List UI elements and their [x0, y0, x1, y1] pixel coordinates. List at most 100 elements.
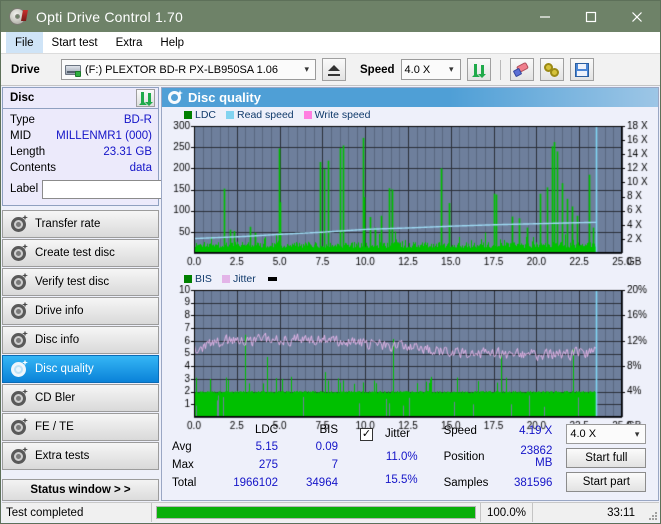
- sidebar-label: Disc info: [35, 334, 79, 346]
- settings-button[interactable]: [540, 58, 564, 81]
- disc-refresh-button[interactable]: [136, 89, 155, 107]
- stats-max-bis: 7: [284, 456, 344, 474]
- samples-value: 381596: [494, 474, 558, 492]
- stats-max-jitter: 15.5%: [379, 469, 424, 492]
- chevron-down-icon: ▾: [445, 64, 458, 75]
- menu-help[interactable]: Help: [151, 32, 193, 53]
- sidebar-item-extra-tests[interactable]: Extra tests: [2, 442, 159, 470]
- sidebar-item-drive-info[interactable]: Drive info: [2, 297, 159, 325]
- speed-info-value: 4.19 X: [494, 422, 558, 440]
- jitter-label: Jitter: [379, 422, 424, 445]
- legend-write-speed: Write speed: [304, 109, 371, 121]
- progress-fill: [157, 507, 475, 518]
- sidebar-item-disc-quality[interactable]: Disc quality: [2, 355, 159, 383]
- sidebar-label: Transfer rate: [35, 218, 100, 230]
- stats-avg-bis: 0.09: [284, 438, 344, 456]
- drive-label: Drive: [7, 64, 55, 76]
- status-message: Test completed: [2, 503, 152, 522]
- disc-test-icon: [11, 420, 26, 435]
- stats-row-max-label: Max: [166, 456, 212, 474]
- test-info-table: Speed 4.19 X Position 23862 MB Samples 3…: [438, 422, 559, 492]
- table-row: Avg 5.15 0.09: [166, 438, 344, 456]
- sidebar-item-fe-te[interactable]: FE / TE: [2, 413, 159, 441]
- status-window-button[interactable]: Status window > >: [2, 479, 159, 501]
- stats-col-bis: BIS: [284, 422, 344, 438]
- disc-contents-label: Contents: [10, 162, 56, 174]
- close-icon[interactable]: [614, 1, 660, 32]
- sidebar-item-create-test-disc[interactable]: Create test disc: [2, 239, 159, 267]
- menu-help-label: Help: [160, 37, 184, 49]
- menu-extra[interactable]: Extra: [107, 32, 152, 53]
- disc-section-header: Disc: [2, 87, 159, 109]
- drive-toolbar: Drive (F:) PLEXTOR BD-R PX-LB950SA 1.06 …: [1, 54, 660, 86]
- legend-read-speed-label: Read speed: [237, 109, 294, 121]
- test-speed-value: 4.0 X: [570, 428, 596, 440]
- menu-file[interactable]: File: [6, 32, 43, 53]
- jitter-checkbox[interactable]: ✓: [360, 428, 373, 441]
- start-part-button[interactable]: Start part: [566, 472, 646, 492]
- table-row: 15.5%: [354, 469, 424, 492]
- test-speed-select[interactable]: 4.0 X ▾: [566, 424, 646, 444]
- status-bar: Test completed 100.0% 33:11: [2, 502, 659, 522]
- stats-col-ldc: LDC: [212, 422, 284, 438]
- legend-jitter: Jitter: [222, 273, 256, 285]
- save-button[interactable]: [570, 58, 594, 81]
- menu-start-test[interactable]: Start test: [43, 32, 107, 53]
- window-title: Opti Drive Control 1.70: [36, 9, 183, 25]
- speed-select[interactable]: 4.0 X ▾: [401, 59, 461, 80]
- menu-start-test-label: Start test: [52, 37, 98, 49]
- disc-row-mid: MID MILLENMR1 (000): [10, 128, 152, 144]
- resize-grip[interactable]: [643, 506, 657, 520]
- menu-extra-label: Extra: [116, 37, 143, 49]
- disc-icon: [8, 7, 28, 27]
- status-window-label: Status window > >: [30, 484, 130, 496]
- app-window: Opti Drive Control 1.70 File Start test …: [0, 0, 661, 524]
- drive-select-value: (F:) PLEXTOR BD-R PX-LB950SA 1.06: [85, 64, 278, 76]
- disc-test-icon: [11, 333, 26, 348]
- disc-test-icon: [11, 362, 26, 377]
- nav-list: Transfer rate Create test disc Verify te…: [2, 210, 159, 470]
- sidebar-label: Create test disc: [35, 247, 115, 259]
- sidebar-item-transfer-rate[interactable]: Transfer rate: [2, 210, 159, 238]
- legend-swatch-write-speed: [304, 111, 312, 119]
- table-row: Max 275 7: [166, 456, 344, 474]
- maximize-icon[interactable]: [568, 1, 614, 32]
- ldc-chart[interactable]: [162, 121, 658, 269]
- disc-test-icon: [11, 246, 26, 261]
- bis-chart[interactable]: [162, 285, 658, 433]
- disc-test-icon: [11, 449, 26, 464]
- position-value: 23862 MB: [494, 440, 558, 474]
- erase-button[interactable]: [510, 58, 534, 81]
- title-bar: Opti Drive Control 1.70: [1, 1, 660, 32]
- start-full-button[interactable]: Start full: [566, 448, 646, 468]
- jitter-header-row: ✓ Jitter: [354, 422, 424, 445]
- eraser-icon: [514, 63, 529, 77]
- menu-file-label: File: [15, 37, 34, 49]
- position-label: Position: [438, 440, 495, 474]
- disc-info-panel: Type BD-R MID MILLENMR1 (000) Length 23.…: [2, 109, 159, 206]
- refresh-button[interactable]: [467, 58, 491, 81]
- legend-bis: BIS: [184, 273, 212, 285]
- window-controls: [522, 1, 660, 32]
- sidebar-item-cd-bler[interactable]: CD Bler: [2, 384, 159, 412]
- sidebar-item-disc-info[interactable]: Disc info: [2, 326, 159, 354]
- legend-write-speed-label: Write speed: [315, 109, 371, 121]
- ldc-chart-legend: LDC Read speed Write speed: [162, 108, 658, 121]
- eject-button[interactable]: [322, 58, 346, 81]
- drive-select[interactable]: (F:) PLEXTOR BD-R PX-LB950SA 1.06 ▾: [61, 59, 316, 80]
- sidebar-label: Extra tests: [35, 450, 89, 462]
- disc-type-value: BD-R: [124, 114, 152, 126]
- progress-area: [152, 503, 481, 522]
- legend-ldc-label: LDC: [195, 109, 216, 121]
- chevron-down-icon: ▾: [300, 64, 313, 75]
- legend-swatch-bis: [184, 275, 192, 283]
- sidebar-label: Verify test disc: [35, 276, 109, 288]
- stats-total-ldc: 1966102: [212, 474, 284, 492]
- disc-label-row: Label: [10, 178, 152, 200]
- disc-row-type: Type BD-R: [10, 112, 152, 128]
- toolbar-divider: [500, 60, 501, 80]
- table-row: Samples 381596: [438, 474, 559, 492]
- sidebar-item-verify-test-disc[interactable]: Verify test disc: [2, 268, 159, 296]
- disc-mid-label: MID: [10, 130, 31, 142]
- minimize-icon[interactable]: [522, 1, 568, 32]
